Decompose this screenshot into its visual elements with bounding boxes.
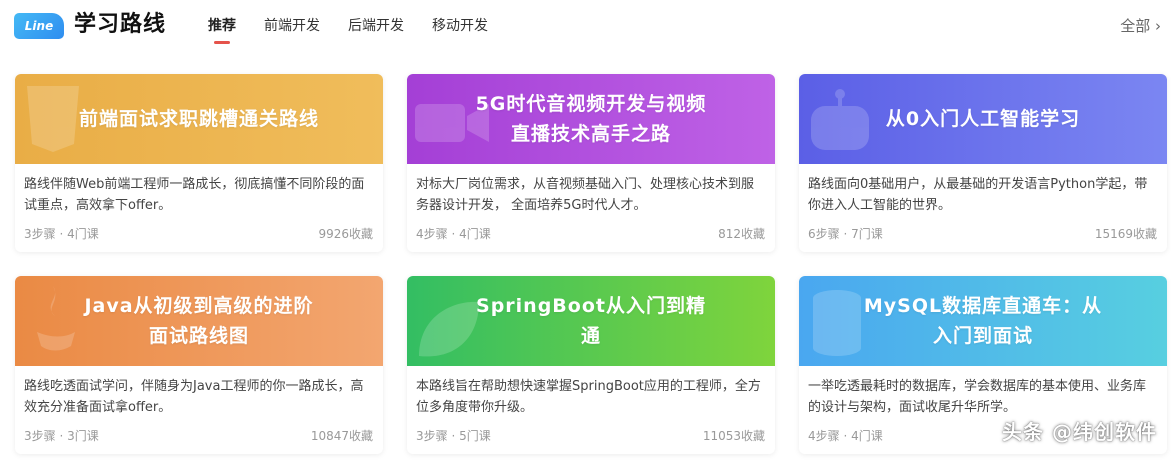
card-favorites: 812收藏 [718, 227, 765, 241]
card-description: 一举吃透最耗时的数据库，学会数据库的基本使用、业务库的设计与架构，面试收尾升华所… [808, 379, 1147, 415]
card-banner[interactable]: Java从初级到高级的进阶面试路线图 [15, 276, 383, 366]
card-title: 从0入门人工智能学习 [885, 108, 1081, 130]
card-favorites: 15169收藏 [1094, 227, 1157, 241]
route-card[interactable]: 5G时代音视频开发与视频直播技术高手之路 对标大厂岗位需求，从音视频基础入门、处… [407, 74, 775, 252]
page-title: 学习路线 [74, 12, 167, 37]
card-banner[interactable]: SpringBoot从入门到精通 [407, 276, 775, 366]
tab-backend[interactable]: 后端开发 [348, 16, 404, 36]
card-description: 对标大厂岗位需求，从音视频基础入门、处理核心技术到服务器设计开发， 全面培养5G… [416, 177, 755, 213]
route-card[interactable]: 从0入门人工智能学习 路线面向0基础用户，从最基础的开发语言Python学起，带… [799, 74, 1167, 252]
tab-recommended[interactable]: 推荐 [208, 16, 236, 36]
card-favorites: 11053收藏 [702, 429, 765, 443]
card-title: 前端面试求职跳槽通关路线 [78, 108, 319, 130]
card-description: 路线面向0基础用户，从最基础的开发语言Python学起，带你进入人工智能的世界。 [808, 177, 1148, 213]
card-banner[interactable]: MySQL数据库直通车：从入门到面试 [799, 276, 1167, 366]
card-description: 本路线旨在帮助想快速掌握SpringBoot应用的工程师，全方位多角度带你升级。 [416, 379, 761, 415]
tab-frontend[interactable]: 前端开发 [264, 16, 320, 36]
card-title: 5G时代音视频开发与视频直播技术高手之路 [475, 93, 707, 145]
view-all-link[interactable]: 全部 › [1120, 16, 1161, 36]
card-description: 路线吃透面试学问，伴随身为Java工程师的你一路成长，高效充分准备面试拿offe… [24, 379, 364, 415]
route-card[interactable]: SpringBoot从入门到精通 本路线旨在帮助想快速掌握SpringBoot应… [407, 276, 775, 454]
card-steps: 6步骤 · 7门课 [808, 227, 883, 241]
card-title: MySQL数据库直通车：从入门到面试 [863, 295, 1103, 347]
card-banner[interactable]: 5G时代音视频开发与视频直播技术高手之路 [407, 74, 775, 164]
route-card[interactable]: Java从初级到高级的进阶面试路线图 路线吃透面试学问，伴随身为Java工程师的… [15, 276, 383, 454]
card-title: Java从初级到高级的进阶面试路线图 [84, 295, 314, 347]
card-favorites: 10847收藏 [310, 429, 373, 443]
header: Line 学习路线 推荐 前端开发 后端开发 移动开发 全部 › [0, 0, 1171, 54]
route-card[interactable]: 前端面试求职跳槽通关路线 路线伴随Web前端工程师一路成长，彻底搞懂不同阶段的面… [15, 74, 383, 252]
tab-mobile[interactable]: 移动开发 [432, 16, 488, 36]
card-steps: 3步骤 · 3门课 [24, 429, 99, 443]
card-steps: 3步骤 · 5门课 [416, 429, 491, 443]
card-banner[interactable]: 前端面试求职跳槽通关路线 [15, 74, 383, 164]
card-steps: 3步骤 · 4门课 [24, 227, 99, 241]
card-banner[interactable]: 从0入门人工智能学习 [799, 74, 1167, 164]
logo-badge[interactable]: Line [14, 13, 64, 39]
card-favorites: 9926收藏 [318, 227, 373, 241]
card-description: 路线伴随Web前端工程师一路成长，彻底搞懂不同阶段的面试重点，高效拿下offer… [24, 177, 365, 213]
card-steps: 4步骤 · 4门课 [808, 429, 883, 443]
card-steps: 4步骤 · 4门课 [416, 227, 491, 241]
watermark: 头条 @纬创软件 [1002, 420, 1157, 444]
card-title: SpringBoot从入门到精通 [476, 295, 706, 347]
